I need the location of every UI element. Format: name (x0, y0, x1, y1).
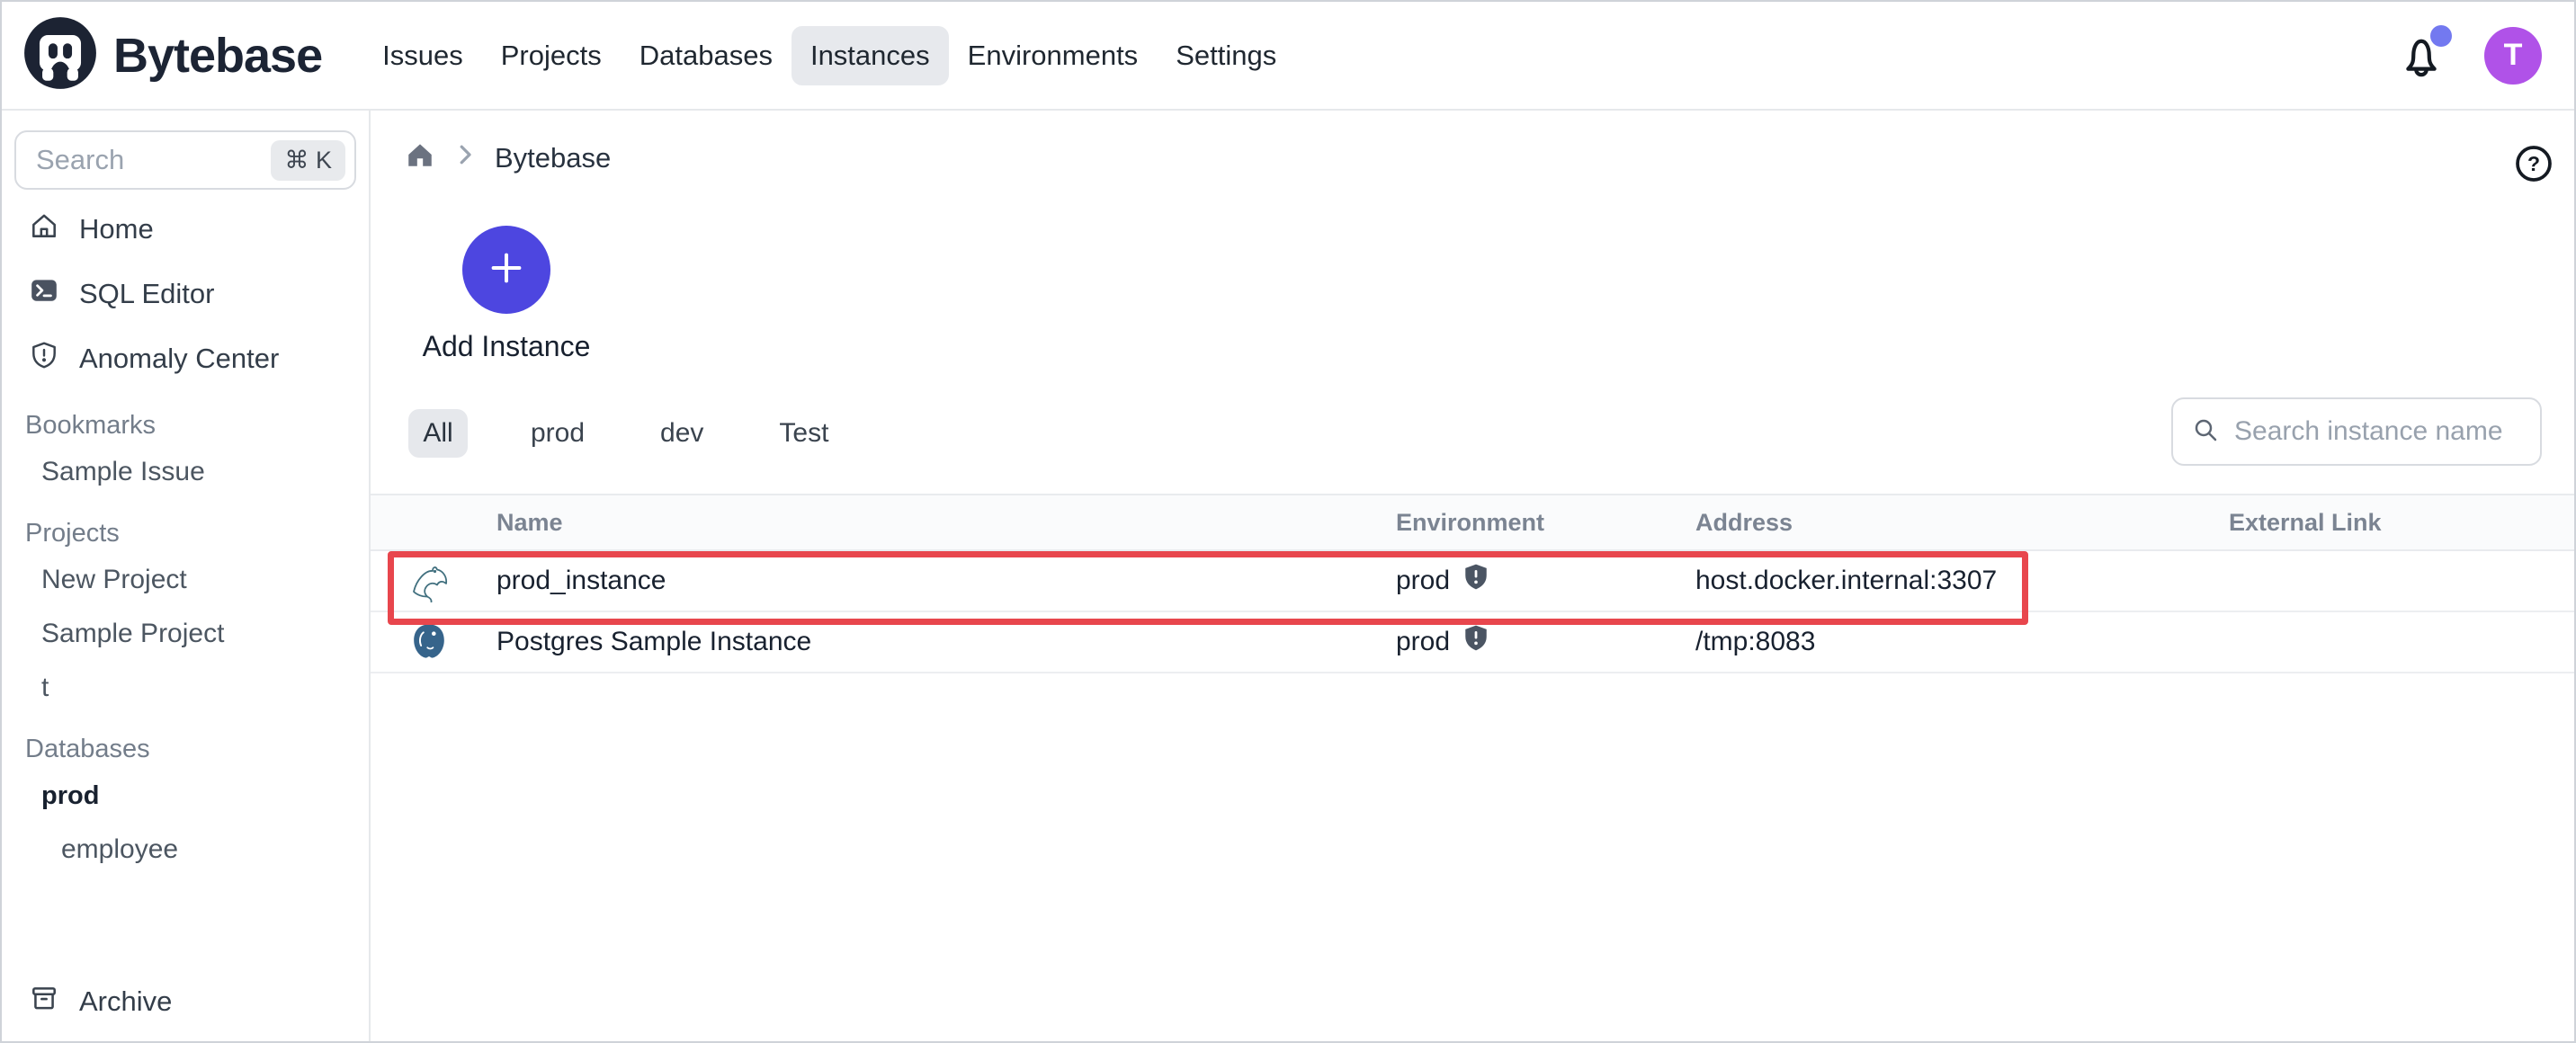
table-row-prod-instance[interactable]: prod_instance prod host.docker.internal:… (371, 551, 2574, 612)
terminal-icon (29, 275, 59, 313)
top-navbar: Bytebase Issues Projects Databases Insta… (2, 2, 2574, 111)
search-icon (2191, 415, 2220, 449)
sidebar-item-archive[interactable]: Archive (2, 969, 369, 1034)
bytebase-logo-icon (22, 14, 99, 96)
filter-tab-prod[interactable]: prod (518, 409, 597, 458)
filter-tab-dev[interactable]: dev (648, 409, 716, 458)
main-nav: Issues Projects Databases Instances Envi… (363, 25, 1295, 85)
nav-item-databases[interactable]: Databases (621, 26, 792, 85)
environment-cell: prod (1378, 624, 1675, 660)
protected-shield-icon (1462, 563, 1489, 599)
bell-icon (2398, 39, 2445, 83)
main-content: Bytebase ? Add Instance All prod dev Tes… (371, 111, 2574, 1041)
sidebar-database-prod[interactable]: prod (2, 769, 369, 823)
chevron-right-icon (455, 141, 475, 175)
sidebar-project-new-project[interactable]: New Project (2, 553, 369, 607)
sidebar-archive-wrap: Archive (2, 969, 369, 1034)
column-header-environment: Environment (1396, 508, 1545, 536)
instance-search[interactable] (2171, 397, 2542, 466)
sidebar-section-projects: Projects (25, 518, 120, 548)
sidebar-item-label: Anomaly Center (79, 343, 280, 374)
user-avatar[interactable]: T (2484, 26, 2542, 85)
instance-name: prod_instance (496, 566, 666, 595)
add-instance-button[interactable]: Add Instance (421, 226, 592, 363)
plus-icon (486, 247, 527, 293)
topnav-right: T (2398, 24, 2542, 85)
add-instance-circle[interactable] (462, 226, 550, 314)
sidebar-project-t[interactable]: t (2, 661, 369, 715)
nav-item-settings[interactable]: Settings (1157, 26, 1295, 85)
shield-alert-icon (29, 340, 59, 378)
sidebar-search-input[interactable] (36, 144, 272, 176)
nav-item-instances[interactable]: Instances (791, 25, 949, 85)
sidebar-section-bookmarks: Bookmarks (25, 410, 157, 440)
sidebar-section-databases: Databases (25, 734, 150, 763)
sidebar-item-anomaly-center[interactable]: Anomaly Center (2, 326, 369, 391)
filter-tab-test[interactable]: Test (766, 409, 841, 458)
help-button[interactable]: ? (2513, 143, 2554, 189)
sidebar-database-employee[interactable]: employee (2, 823, 369, 877)
table-row-postgres-sample-instance[interactable]: Postgres Sample Instance prod /tmp:8083 (371, 612, 2574, 673)
column-header-name: Name (496, 508, 563, 536)
sidebar-bookmark-sample-issue[interactable]: Sample Issue (2, 445, 369, 499)
sidebar-item-label: SQL Editor (79, 278, 215, 309)
sidebar-item-label: Home (79, 213, 154, 245)
environment-filter-tabs: All prod dev Test (408, 409, 891, 458)
protected-shield-icon (1462, 624, 1489, 660)
nav-item-projects[interactable]: Projects (482, 26, 621, 85)
instance-search-input[interactable] (2234, 416, 2522, 447)
sidebar-item-label: Archive (79, 985, 173, 1017)
column-header-address: Address (1695, 508, 1793, 536)
breadcrumb-home-icon[interactable] (405, 139, 435, 177)
sidebar-item-home[interactable]: Home (2, 197, 369, 262)
keyboard-shortcut-badge: ⌘ K (271, 139, 345, 181)
breadcrumb: Bytebase (405, 139, 611, 177)
instance-name: Postgres Sample Instance (496, 627, 812, 656)
app-shell: ⌘ K Home (2, 111, 2574, 1041)
notification-dot (2430, 24, 2452, 47)
sidebar-project-sample-project[interactable]: Sample Project (2, 607, 369, 661)
column-header-external-link: External Link (2229, 508, 2382, 536)
environment-label: prod (1396, 566, 1451, 595)
postgres-icon (371, 620, 479, 664)
notification-bell-button[interactable] (2398, 24, 2452, 79)
archive-icon (29, 983, 59, 1021)
nav-item-issues[interactable]: Issues (363, 26, 482, 85)
sidebar: ⌘ K Home (2, 111, 371, 1041)
question-mark-glyph: ? (2527, 152, 2540, 175)
sidebar-search[interactable]: ⌘ K (14, 130, 356, 190)
sidebar-nav: Home SQL Editor Anomaly Center (2, 197, 369, 391)
bytebase-logo[interactable]: Bytebase (22, 14, 323, 96)
home-icon (29, 210, 59, 248)
add-instance-label: Add Instance (422, 330, 591, 362)
environment-cell: prod (1378, 563, 1675, 599)
bytebase-app: Bytebase Issues Projects Databases Insta… (0, 0, 2576, 1043)
instances-table: Name Environment Address External Link p… (371, 494, 2574, 673)
environment-label: prod (1396, 627, 1451, 656)
table-header: Name Environment Address External Link (371, 494, 2574, 551)
nav-item-environments[interactable]: Environments (949, 26, 1158, 85)
sidebar-item-sql-editor[interactable]: SQL Editor (2, 262, 369, 326)
brand-wordmark: Bytebase (113, 28, 323, 83)
breadcrumb-current[interactable]: Bytebase (495, 142, 611, 174)
instance-address: /tmp:8083 (1695, 627, 1816, 656)
filter-tab-all[interactable]: All (408, 409, 468, 458)
mysql-icon (371, 559, 479, 602)
instance-address: host.docker.internal:3307 (1695, 566, 1998, 595)
